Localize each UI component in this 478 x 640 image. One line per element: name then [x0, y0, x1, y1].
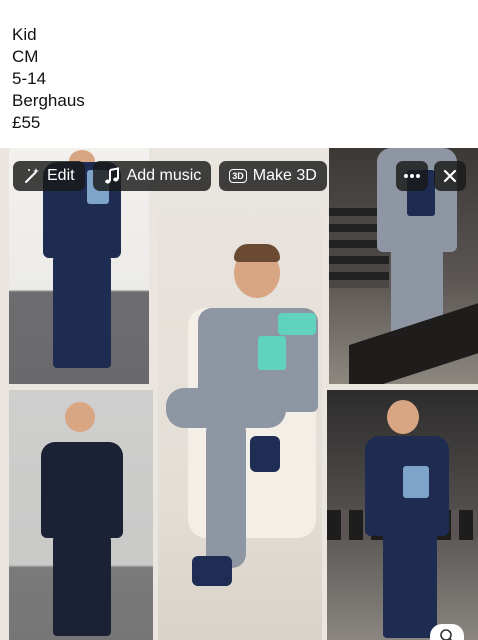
- photo-standing-dark[interactable]: [9, 390, 153, 640]
- figure-shoe: [250, 436, 280, 472]
- photo-seated-grey[interactable]: [158, 148, 322, 640]
- make-3d-button[interactable]: 3D Make 3D: [219, 161, 327, 191]
- add-music-label: Add music: [126, 167, 202, 184]
- figure-lower-legs: [206, 418, 246, 568]
- post-line-audience: Kid: [12, 25, 37, 44]
- photo-controls: [396, 161, 466, 191]
- figure-hair: [234, 244, 280, 262]
- edit-label: Edit: [47, 167, 75, 184]
- figure-chest-pocket: [258, 336, 286, 370]
- search-icon: [440, 629, 453, 640]
- figure-legs: [383, 534, 437, 638]
- post-line-location: CM: [12, 47, 39, 66]
- post-text: Kid CM 5-14 Berghaus £55: [12, 24, 85, 134]
- more-options-button[interactable]: [396, 161, 428, 191]
- figure-shoe: [192, 556, 232, 586]
- post-line-price: £55: [12, 113, 41, 132]
- post-line-sizes: 5-14: [12, 69, 47, 88]
- close-icon: [443, 169, 457, 183]
- figure-legs: [53, 536, 111, 636]
- add-music-button[interactable]: Add music: [92, 161, 212, 191]
- edit-button[interactable]: Edit: [13, 161, 85, 191]
- more-dots-icon: [404, 174, 420, 178]
- 3d-badge-icon: 3D: [229, 169, 247, 183]
- lens-search-button[interactable]: [430, 624, 464, 640]
- photo-collage[interactable]: [0, 148, 478, 640]
- post-line-brand: Berghaus: [12, 91, 85, 110]
- close-button[interactable]: [434, 161, 466, 191]
- figure-head: [65, 402, 95, 432]
- figure-jacket: [41, 442, 123, 538]
- make-3d-label: Make 3D: [252, 167, 317, 184]
- figure-chest-panel: [403, 466, 429, 498]
- magic-wand-icon: [25, 168, 39, 183]
- photo-running-navy[interactable]: [327, 390, 478, 640]
- figure-head: [387, 400, 419, 434]
- music-note-icon: [104, 167, 119, 184]
- figure-shoulder-panel: [278, 313, 316, 335]
- photo-toolbar: Edit Add music 3D Make 3D: [13, 161, 327, 191]
- figure-legs: [53, 256, 111, 368]
